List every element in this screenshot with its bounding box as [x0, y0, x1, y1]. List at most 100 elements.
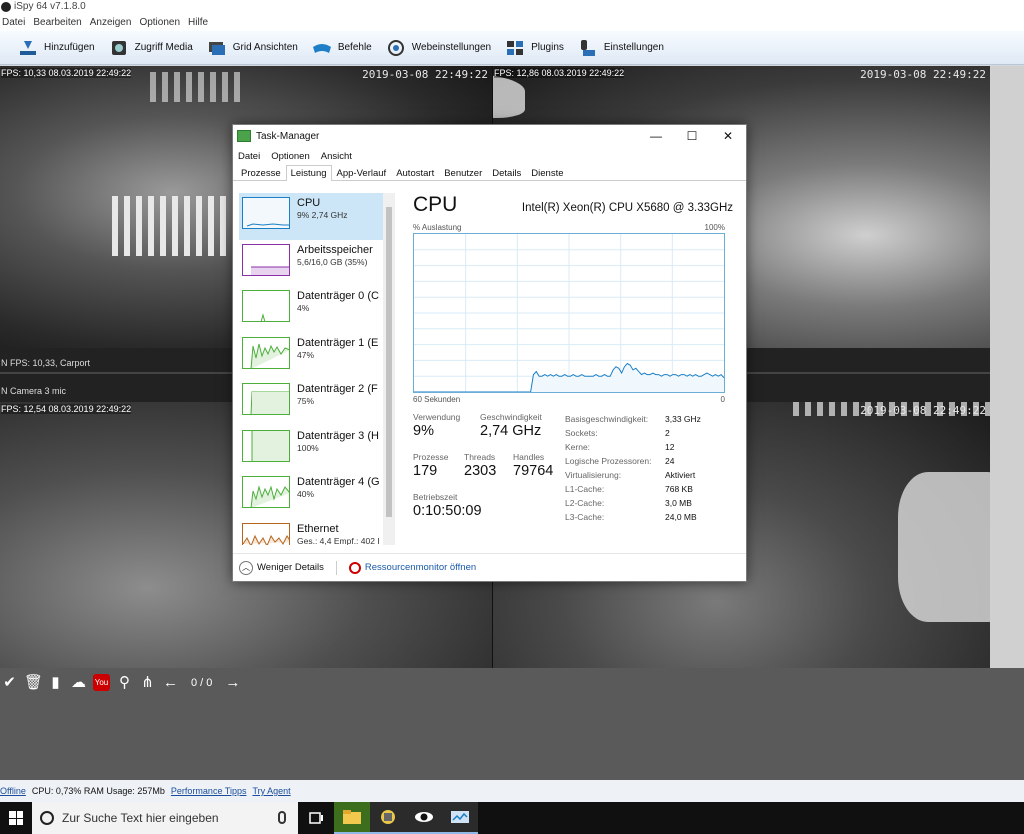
tm-menu-ansicht[interactable]: Ansicht — [321, 151, 352, 162]
detail-row: L2-Cache: 3,0 MB — [565, 498, 692, 508]
add-icon — [20, 40, 36, 55]
resource-name: Datenträger 1 (E — [297, 336, 379, 349]
taskbar-taskmanager[interactable] — [442, 802, 478, 834]
graph-label-top-right: 100% — [704, 223, 725, 232]
tm-menu-datei[interactable]: Datei — [238, 151, 260, 162]
tm-tabs: Prozesse Leistung App-Verlauf Autostart … — [233, 165, 746, 181]
taskbar-app-2[interactable] — [370, 802, 406, 834]
resource-memory[interactable]: Arbeitsspeicher 5,6/16,0 GB (35%) — [239, 240, 383, 287]
save-icon[interactable]: ▮ — [47, 674, 64, 691]
task-manager-icon — [237, 130, 251, 142]
check-icon[interactable]: ✔ — [1, 674, 18, 691]
tab-autostart[interactable]: Autostart — [391, 165, 439, 180]
web-settings-icon — [387, 39, 404, 56]
chevron-up-icon: ︿ — [239, 560, 253, 575]
arrow-right-icon[interactable]: → — [224, 674, 241, 691]
cpu-model: Intel(R) Xeon(R) CPU X5680 @ 3.33GHz — [521, 202, 733, 214]
tab-prozesse[interactable]: Prozesse — [236, 165, 286, 180]
maximize-button[interactable]: ☐ — [674, 125, 710, 147]
value-verwendung: 9% — [413, 423, 434, 439]
scrollbar-thumb[interactable] — [386, 207, 392, 517]
value-handles: 79764 — [513, 463, 554, 479]
web-settings-button[interactable]: Webeinstellungen — [382, 35, 501, 61]
label-handles: Handles — [513, 452, 545, 462]
grid-views-button[interactable]: Grid Ansichten — [203, 35, 308, 61]
taskbar-explorer[interactable] — [334, 802, 370, 834]
resource-list-scrollbar[interactable] — [383, 193, 395, 545]
plugins-icon — [507, 40, 524, 55]
youtube-icon[interactable]: You — [93, 674, 110, 691]
minimize-button[interactable]: — — [638, 125, 674, 147]
menu-optionen[interactable]: Optionen — [139, 17, 180, 28]
resource-thumbnail — [242, 476, 290, 508]
commands-button[interactable]: Befehle — [308, 35, 382, 61]
resource-cpu[interactable]: CPU 9% 2,74 GHz — [239, 193, 383, 240]
try-agent-link[interactable]: Try Agent — [252, 786, 290, 796]
windows-taskbar: Zur Suche Text hier eingeben — [0, 802, 1024, 834]
detail-row: Kerne: 12 — [565, 442, 675, 452]
tab-details[interactable]: Details — [487, 165, 526, 180]
label-threads: Threads — [464, 452, 496, 462]
resource-detail: Ges.: 4,4 Empf.: 402 I — [297, 535, 380, 546]
resource-monitor-link[interactable]: Ressourcenmonitor öffnen — [348, 561, 476, 574]
tab-benutzer[interactable]: Benutzer — [439, 165, 487, 180]
start-button[interactable] — [0, 802, 32, 834]
label-verwendung: Verwendung — [413, 412, 461, 422]
fewer-details-button[interactable]: ︿ Weniger Details — [239, 560, 324, 575]
menu-datei[interactable]: Datei — [2, 17, 25, 28]
media-button[interactable]: Zugriff Media — [105, 35, 203, 61]
resource-disk-4[interactable]: Datenträger 4 (G 40% — [239, 472, 383, 519]
resource-disk-3[interactable]: Datenträger 3 (H 100% — [239, 426, 383, 473]
tab-app-verlauf[interactable]: App-Verlauf — [332, 165, 392, 180]
resource-detail: 4% — [297, 303, 310, 313]
resource-disk-0[interactable]: Datenträger 0 (C 4% — [239, 286, 383, 333]
tm-menu-optionen[interactable]: Optionen — [271, 151, 310, 162]
taskbar-search[interactable]: Zur Suche Text hier eingeben — [32, 802, 298, 834]
resource-detail: 5,6/16,0 GB (35%) — [297, 256, 368, 267]
detail-row: L1-Cache: 768 KB — [565, 484, 693, 494]
cpu-details-table: Basisgeschwindigkeit: 3,33 GHz Sockets: 2 … — [565, 414, 701, 526]
pergola-shape — [150, 72, 240, 102]
performance-tips-link[interactable]: Performance Tipps — [171, 786, 247, 796]
label-prozesse: Prozesse — [413, 452, 449, 462]
add-button[interactable]: Hinzufügen — [14, 35, 105, 61]
offline-link[interactable]: Offline — [0, 786, 26, 796]
resource-disk-2[interactable]: Datenträger 2 (F 75% — [239, 379, 383, 426]
windows-logo-icon — [9, 811, 23, 825]
car-shape — [493, 74, 525, 118]
camera-fps-overlay: FPS: 12,54 08.03.2019 22:49:22 — [1, 404, 132, 414]
share-icon[interactable]: ⋔ — [139, 674, 156, 691]
ispy-menubar: Datei Bearbeiten Anzeigen Optionen Hilfe — [0, 14, 1024, 31]
tm-titlebar[interactable]: Task-Manager — ☐ ✕ — [233, 125, 746, 147]
task-manager-window: Task-Manager — ☐ ✕ Datei Optionen Ansich… — [232, 124, 747, 582]
car-shape — [898, 472, 990, 622]
menu-hilfe[interactable]: Hilfe — [188, 17, 208, 28]
task-view-button[interactable] — [298, 802, 334, 834]
camera-timestamp: 2019-03-08 22:49:22 — [860, 404, 986, 417]
settings-button[interactable]: Einstellungen — [574, 35, 674, 61]
arrow-left-icon[interactable]: ← — [162, 674, 179, 691]
resource-thumbnail — [242, 383, 290, 415]
resource-name: Datenträger 3 (H — [297, 429, 379, 442]
resource-name: Ethernet — [297, 522, 339, 535]
resource-thumbnail — [242, 336, 290, 369]
resource-disk-1[interactable]: Datenträger 1 (E 47% — [239, 333, 383, 380]
resource-thumbnail — [242, 243, 290, 276]
microphone-icon[interactable] — [278, 811, 286, 824]
trash-icon[interactable]: 🗑 — [24, 674, 43, 691]
detail-row: Basisgeschwindigkeit: 3,33 GHz — [565, 414, 701, 424]
cloud-upload-icon[interactable]: ☁ — [70, 674, 87, 691]
resource-ethernet[interactable]: Ethernet Ges.: 4,4 Empf.: 402 I — [239, 519, 383, 546]
tab-leistung[interactable]: Leistung — [285, 165, 332, 181]
plugins-button[interactable]: Plugins — [501, 35, 574, 61]
close-button[interactable]: ✕ — [710, 125, 746, 147]
menu-anzeigen[interactable]: Anzeigen — [90, 17, 132, 28]
ispy-statusbar: Offline CPU: 0,73% RAM Usage: 257Mb Perf… — [0, 780, 1024, 802]
menu-bearbeiten[interactable]: Bearbeiten — [33, 17, 81, 28]
ispy-app-icon — [1, 2, 11, 12]
tab-dienste[interactable]: Dienste — [526, 165, 568, 180]
taskbar-ispy[interactable] — [406, 802, 442, 834]
search-icon[interactable]: ⚲ — [116, 674, 133, 691]
task-view-icon — [309, 812, 323, 824]
resource-name: Datenträger 0 (C — [297, 290, 379, 302]
